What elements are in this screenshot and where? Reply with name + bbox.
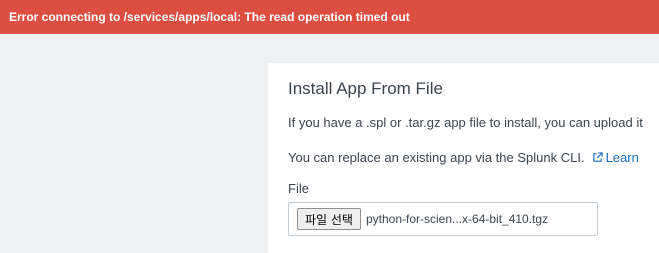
install-app-panel: Install App From File If you have a .spl… — [268, 63, 659, 253]
error-message: Error connecting to /services/apps/local… — [9, 10, 410, 24]
error-banner: Error connecting to /services/apps/local… — [0, 0, 659, 34]
panel-description: If you have a .spl or .tar.gz app file t… — [288, 115, 643, 130]
external-link-icon — [592, 152, 603, 162]
learn-link-label: Learn — [605, 150, 639, 165]
choose-file-button[interactable]: 파일 선택 — [297, 208, 361, 230]
cli-text: You can replace an existing app via the … — [288, 150, 585, 165]
selected-file-name: python-for-scien...x-64-bit_410.tgz — [365, 212, 549, 226]
cli-note: You can replace an existing app via the … — [288, 150, 639, 165]
learn-more-link[interactable]: Learn — [592, 150, 639, 165]
file-label: File — [288, 181, 309, 196]
panel-title: Install App From File — [288, 79, 443, 98]
file-input[interactable]: 파일 선택 python-for-scien...x-64-bit_410.tg… — [288, 202, 598, 236]
